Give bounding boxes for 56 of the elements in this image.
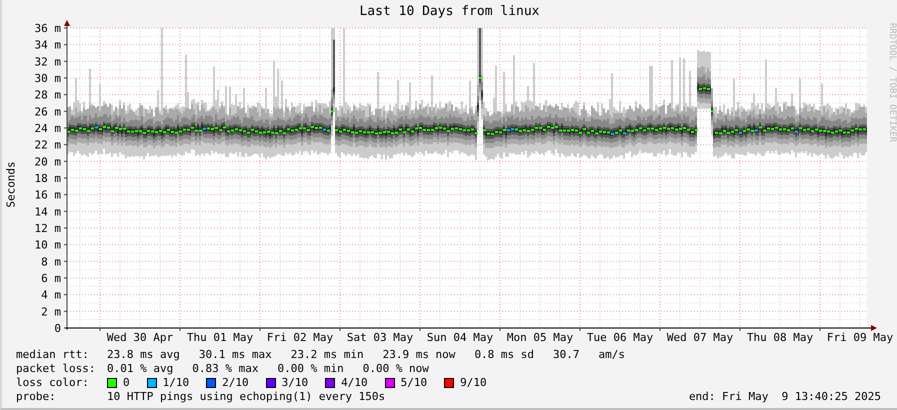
legend-value: 0.01 % avg (107, 362, 174, 376)
y-tick-label: 36 m (34, 22, 61, 35)
x-tick-label: Fri 02 May (266, 331, 334, 344)
y-tick-label: 30 m (34, 72, 61, 85)
x-tick-label: Tue 06 May (586, 331, 654, 344)
y-tick-label: 14 m (34, 205, 61, 218)
legend-value: 23.8 ms avg (107, 348, 180, 362)
y-tick-label: 16 m (34, 188, 61, 202)
end-time: end: Fri May 9 13:40:25 2025 (688, 390, 881, 404)
legend-label: probe: (16, 390, 57, 404)
x-tick-label: Sun 04 May (426, 331, 494, 344)
legend-value: 0.00 % min (277, 362, 344, 376)
legend-value: 30.7 (553, 348, 580, 362)
y-tick-label: 6 m (41, 272, 61, 285)
legend-value: 2/10 (222, 376, 249, 390)
x-tick-label: Sat 03 May (346, 331, 414, 344)
y-tick-label: 0 (54, 322, 61, 335)
y-tick-label: 12 m (34, 222, 61, 235)
legend-value: am/s (598, 348, 626, 362)
legend-label: loss color: (16, 376, 90, 390)
legend-value: 1/10 (162, 376, 190, 390)
y-tick-label: 34 m (34, 38, 61, 52)
y-tick-label: 28 m (34, 88, 61, 102)
legend-value: 4/10 (341, 376, 368, 390)
x-tick-label: Fri 09 May (826, 331, 894, 344)
legend-label: median rtt: (16, 348, 90, 362)
y-tick-label: 8 m (41, 255, 61, 268)
y-tick-label: 2 m (41, 305, 61, 318)
y-tick-label: 32 m (34, 55, 61, 68)
legend-value: 0.8 ms sd (474, 348, 534, 362)
y-axis-label: Seconds (4, 160, 18, 208)
y-tick-label: 10 m (34, 238, 61, 252)
legend-value: 5/10 (400, 376, 428, 390)
x-tick-label: Wed 07 May (666, 331, 734, 344)
legend-value: 0.00 % now (362, 362, 429, 376)
legend-value: 0.83 % max (192, 362, 258, 376)
legend-value: 3/10 (282, 376, 308, 390)
y-tick-label: 20 m (34, 155, 61, 168)
y-tick-label: 18 m (34, 172, 61, 185)
x-tick-label: Mon 05 May (506, 331, 574, 344)
probe-text: 10 HTTP pings using echoping(1) every 150s (107, 390, 386, 404)
x-tick-label: Wed 30 Apr (106, 331, 174, 344)
x-tick-label: Thu 01 May (186, 331, 254, 344)
y-tick-label: 4 m (41, 288, 61, 302)
credit-text: RRDTOOL / TOBI OETIKER (886, 22, 897, 142)
legend-value: 0 (123, 376, 130, 390)
x-tick-label: Thu 08 May (746, 331, 814, 344)
graph-title: Last 10 Days from linux (359, 4, 540, 19)
y-tick-label: 22 m (34, 138, 61, 152)
legend-value: 23.9 ms now (382, 348, 456, 362)
legend-value: 9/10 (460, 376, 487, 390)
y-tick-label: 24 m (34, 122, 61, 135)
legend-label: packet loss: (16, 362, 96, 376)
legend-value: 30.1 ms max (198, 348, 272, 362)
y-tick-label: 26 m (34, 105, 61, 118)
legend-value: 23.2 ms min (290, 348, 364, 362)
